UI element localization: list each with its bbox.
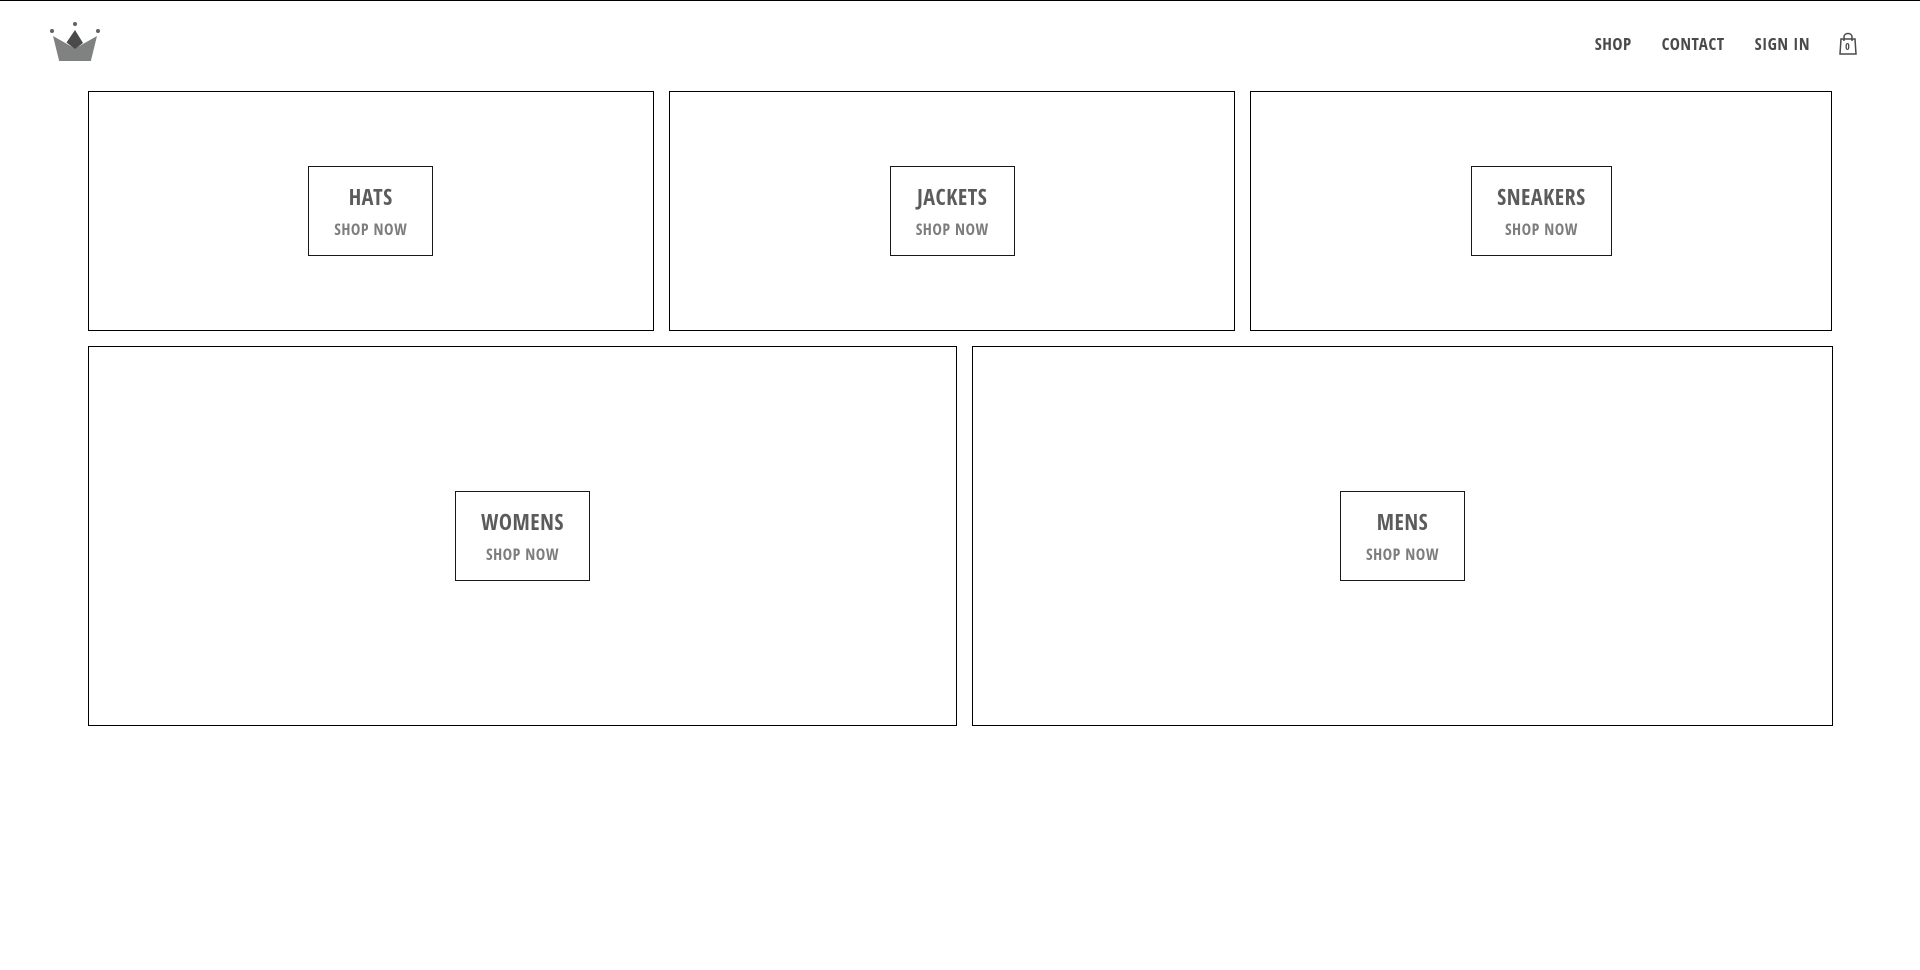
crown-logo-icon [50, 22, 100, 61]
category-title: MENS [1377, 507, 1428, 537]
logo-link[interactable] [50, 22, 120, 66]
cart-count-badge: 0 [1845, 39, 1850, 53]
nav-signin-link[interactable]: SIGN IN [1740, 22, 1825, 65]
category-content: MENS SHOP NOW [1340, 491, 1465, 581]
category-title: JACKETS [917, 182, 987, 212]
category-tile-mens[interactable]: MENS SHOP NOW [972, 346, 1832, 726]
category-title: WOMENS [481, 507, 564, 537]
category-tile-jackets[interactable]: JACKETS SHOP NOW [669, 91, 1235, 331]
category-subtitle: SHOP NOW [1366, 543, 1439, 565]
category-subtitle: SHOP NOW [486, 543, 559, 565]
category-title: SNEAKERS [1497, 182, 1586, 212]
category-tile-womens[interactable]: WOMENS SHOP NOW [88, 346, 958, 726]
cart-button[interactable]: 0 [1825, 21, 1870, 66]
category-subtitle: SHOP NOW [916, 218, 989, 240]
directory-menu: HATS SHOP NOW JACKETS SHOP NOW SNEAKERS … [0, 71, 1920, 761]
category-content: SNEAKERS SHOP NOW [1471, 166, 1612, 256]
header: SHOP CONTACT SIGN IN 0 [0, 1, 1920, 71]
category-tile-hats[interactable]: HATS SHOP NOW [88, 91, 654, 331]
nav-contact-link[interactable]: CONTACT [1647, 22, 1740, 65]
category-tile-sneakers[interactable]: SNEAKERS SHOP NOW [1250, 91, 1832, 331]
category-content: HATS SHOP NOW [308, 166, 433, 256]
nav-options: SHOP CONTACT SIGN IN 0 [1580, 21, 1870, 66]
category-subtitle: SHOP NOW [334, 218, 407, 240]
nav-shop-link[interactable]: SHOP [1580, 22, 1647, 65]
category-title: HATS [349, 182, 393, 212]
category-subtitle: SHOP NOW [1505, 218, 1578, 240]
category-content: WOMENS SHOP NOW [455, 491, 590, 581]
category-content: JACKETS SHOP NOW [890, 166, 1015, 256]
